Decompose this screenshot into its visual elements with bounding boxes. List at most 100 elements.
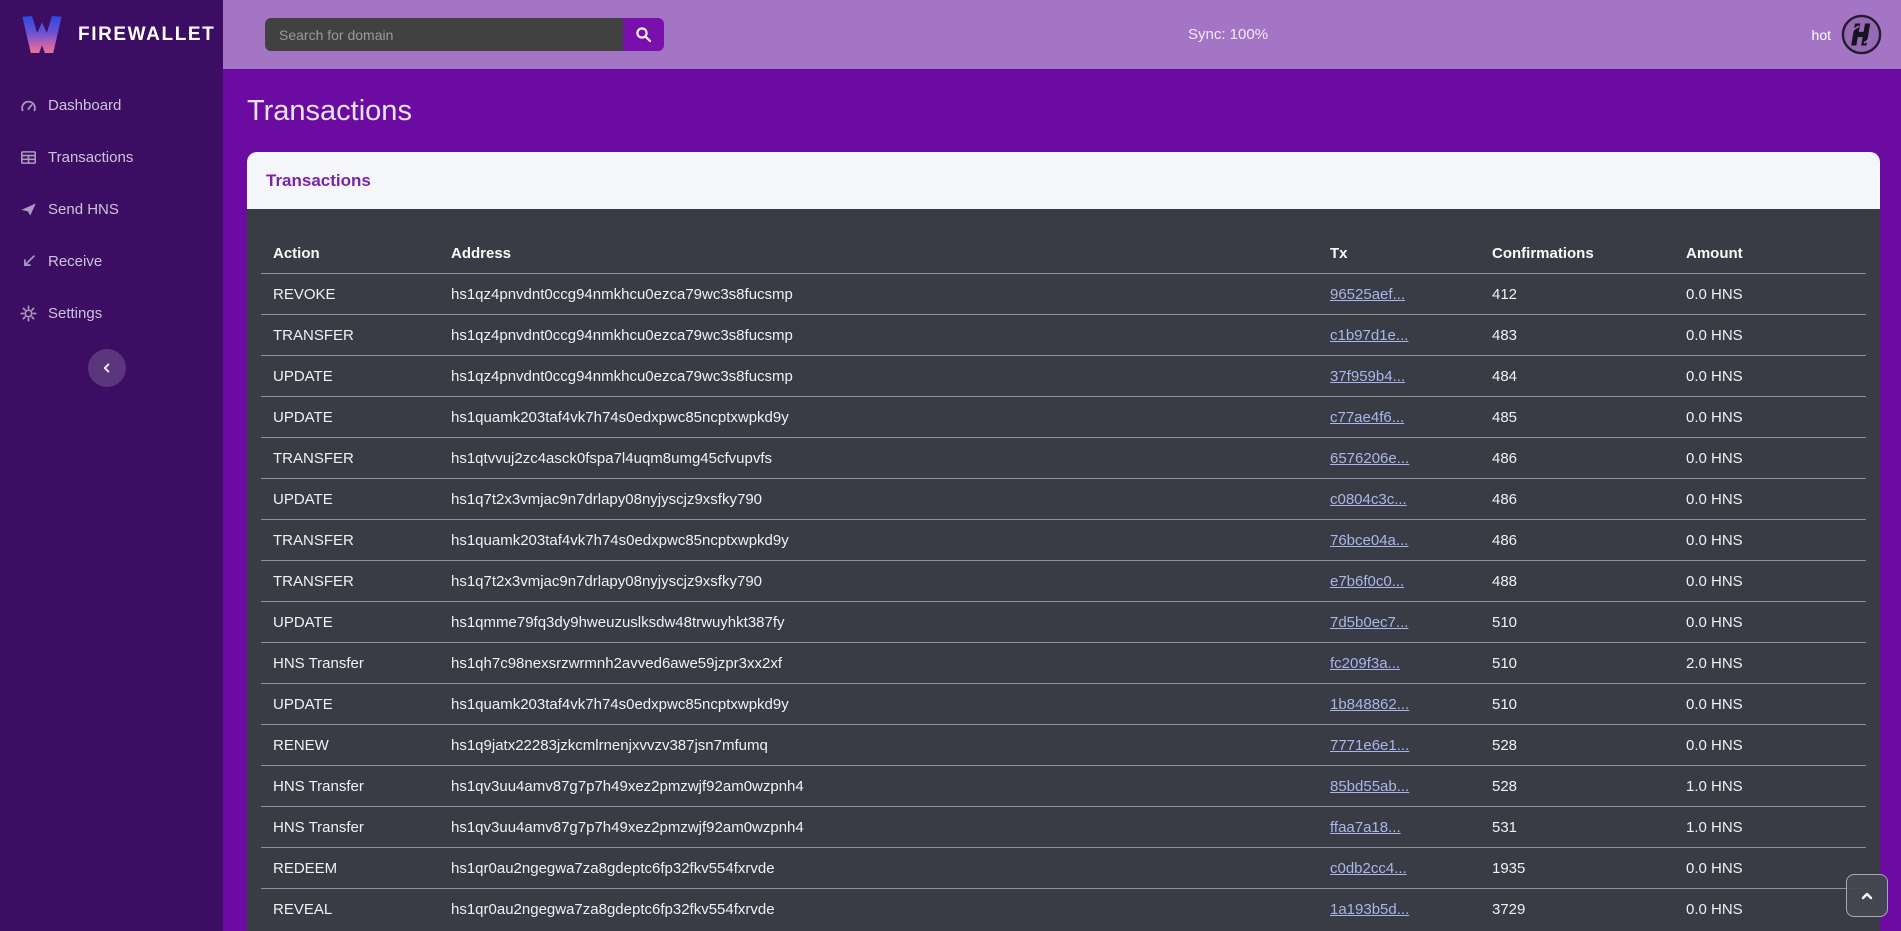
tx-link[interactable]: e7b6f0c0... — [1330, 573, 1404, 590]
address-cell: hs1qr0au2ngegwa7za8gdeptc6fp32fkv554fxrv… — [451, 901, 1330, 918]
sidebar-item-transactions[interactable]: Transactions — [0, 131, 223, 183]
tx-link[interactable]: c0db2cc4... — [1330, 860, 1407, 877]
tx-link[interactable]: 7771e6e1... — [1330, 737, 1409, 754]
firewallet-logo-icon — [22, 16, 62, 53]
address-cell: hs1quamk203taf4vk7h74s0edxpwc85ncptxwpkd… — [451, 532, 1330, 549]
action-cell: UPDATE — [273, 491, 451, 508]
sidebar-item-receive[interactable]: Receive — [0, 235, 223, 287]
tx-link[interactable]: 85bd55ab... — [1330, 778, 1409, 795]
page-title: Transactions — [247, 93, 1901, 129]
address-cell: hs1quamk203taf4vk7h74s0edxpwc85ncptxwpkd… — [451, 696, 1330, 713]
search-input[interactable] — [265, 18, 623, 51]
amount-cell: 0.0 HNS — [1686, 450, 1866, 467]
confirmations-cell: 510 — [1492, 614, 1686, 631]
table-row: UPDATE hs1qmme79fq3dy9hweuzuslksdw48trwu… — [261, 601, 1866, 642]
amount-cell: 0.0 HNS — [1686, 696, 1866, 713]
amount-cell: 1.0 HNS — [1686, 778, 1866, 795]
table-row: TRANSFER hs1qz4pnvdnt0ccg94nmkhcu0ezca79… — [261, 314, 1866, 355]
action-cell: TRANSFER — [273, 573, 451, 590]
tx-link[interactable]: 96525aef... — [1330, 286, 1405, 303]
table-header-row: Action Address Tx Confirmations Amount — [247, 209, 1880, 273]
sidebar-collapse-button[interactable] — [88, 349, 126, 387]
confirmations-cell: 483 — [1492, 327, 1686, 344]
sidebar: FIREWALLET Dashboard Transactions — [0, 0, 223, 931]
action-cell: RENEW — [273, 737, 451, 754]
tx-link[interactable]: c77ae4f6... — [1330, 409, 1404, 426]
action-cell: HNS Transfer — [273, 819, 451, 836]
table-row: UPDATE hs1q7t2x3vmjac9n7drlapy08nyjyscjz… — [261, 478, 1866, 519]
table-icon — [20, 149, 37, 166]
sidebar-item-label: Receive — [48, 253, 102, 270]
address-cell: hs1q7t2x3vmjac9n7drlapy08nyjyscjz9xsfky7… — [451, 573, 1330, 590]
tx-link[interactable]: ffaa7a18... — [1330, 819, 1401, 836]
confirmations-cell: 510 — [1492, 655, 1686, 672]
tx-link[interactable]: c1b97d1e... — [1330, 327, 1408, 344]
sidebar-item-label: Send HNS — [48, 201, 119, 218]
gauge-icon — [20, 97, 37, 114]
sidebar-item-dashboard[interactable]: Dashboard — [0, 79, 223, 131]
amount-cell: 0.0 HNS — [1686, 901, 1866, 918]
action-cell: TRANSFER — [273, 450, 451, 467]
action-cell: UPDATE — [273, 614, 451, 631]
address-cell: hs1qz4pnvdnt0ccg94nmkhcu0ezca79wc3s8fucs… — [451, 286, 1330, 303]
column-header-action: Action — [273, 245, 451, 262]
confirmations-cell: 485 — [1492, 409, 1686, 426]
card-header: Transactions — [247, 152, 1880, 209]
address-cell: hs1quamk203taf4vk7h74s0edxpwc85ncptxwpkd… — [451, 409, 1330, 426]
amount-cell: 0.0 HNS — [1686, 491, 1866, 508]
address-cell: hs1qr0au2ngegwa7za8gdeptc6fp32fkv554fxrv… — [451, 860, 1330, 877]
action-cell: UPDATE — [273, 409, 451, 426]
table-row: UPDATE hs1quamk203taf4vk7h74s0edxpwc85nc… — [261, 683, 1866, 724]
sidebar-item-send-hns[interactable]: Send HNS — [0, 183, 223, 235]
tx-link[interactable]: 76bce04a... — [1330, 532, 1408, 549]
confirmations-cell: 3729 — [1492, 901, 1686, 918]
column-header-confirmations: Confirmations — [1492, 245, 1686, 262]
tx-link[interactable]: 1b848862... — [1330, 696, 1409, 713]
tx-link[interactable]: 7d5b0ec7... — [1330, 614, 1408, 631]
sidebar-item-label: Settings — [48, 305, 102, 322]
confirmations-cell: 484 — [1492, 368, 1686, 385]
action-cell: UPDATE — [273, 696, 451, 713]
sidebar-item-label: Dashboard — [48, 97, 121, 114]
search-icon — [635, 26, 652, 43]
confirmations-cell: 528 — [1492, 778, 1686, 795]
scroll-to-top-button[interactable] — [1846, 874, 1888, 917]
search-button[interactable] — [623, 18, 664, 51]
amount-cell: 0.0 HNS — [1686, 614, 1866, 631]
confirmations-cell: 531 — [1492, 819, 1686, 836]
table-row: UPDATE hs1quamk203taf4vk7h74s0edxpwc85nc… — [261, 396, 1866, 437]
table-row: HNS Transfer hs1qv3uu4amv87g7p7h49xez2pm… — [261, 765, 1866, 806]
table-row: UPDATE hs1qz4pnvdnt0ccg94nmkhcu0ezca79wc… — [261, 355, 1866, 396]
address-cell: hs1qz4pnvdnt0ccg94nmkhcu0ezca79wc3s8fucs… — [451, 327, 1330, 344]
handshake-logo-icon — [1841, 14, 1882, 55]
tx-link[interactable]: 1a193b5d... — [1330, 901, 1409, 918]
transactions-table: Action Address Tx Confirmations Amount R… — [247, 209, 1880, 931]
action-cell: REDEEM — [273, 860, 451, 877]
amount-cell: 0.0 HNS — [1686, 573, 1866, 590]
address-cell: hs1q7t2x3vmjac9n7drlapy08nyjyscjz9xsfky7… — [451, 491, 1330, 508]
action-cell: REVOKE — [273, 286, 451, 303]
tx-link[interactable]: fc209f3a... — [1330, 655, 1400, 672]
tx-link[interactable]: 6576206e... — [1330, 450, 1409, 467]
brand-name: FIREWALLET — [78, 24, 215, 46]
amount-cell: 0.0 HNS — [1686, 327, 1866, 344]
sync-status: Sync: 100% — [1188, 0, 1268, 69]
handshake-logo-button[interactable] — [1841, 14, 1882, 55]
confirmations-cell: 412 — [1492, 286, 1686, 303]
tx-link[interactable]: 37f959b4... — [1330, 368, 1405, 385]
amount-cell: 0.0 HNS — [1686, 532, 1866, 549]
action-cell: TRANSFER — [273, 532, 451, 549]
column-header-address: Address — [451, 245, 1330, 262]
wallet-account: hot — [1812, 14, 1882, 55]
main-content: Transactions Transactions Action Address… — [223, 69, 1901, 931]
table-row: REVEAL hs1qr0au2ngegwa7za8gdeptc6fp32fkv… — [261, 888, 1866, 929]
table-row: HNS Transfer hs1qv3uu4amv87g7p7h49xez2pm… — [261, 806, 1866, 847]
tx-link[interactable]: c0804c3c... — [1330, 491, 1407, 508]
confirmations-cell: 510 — [1492, 696, 1686, 713]
sidebar-nav: Dashboard Transactions Send HNS — [0, 69, 223, 339]
gear-icon — [20, 305, 37, 322]
amount-cell: 0.0 HNS — [1686, 860, 1866, 877]
sidebar-item-settings[interactable]: Settings — [0, 287, 223, 339]
transactions-card: Transactions Action Address Tx Confirmat… — [247, 152, 1880, 931]
column-header-amount: Amount — [1686, 245, 1866, 262]
